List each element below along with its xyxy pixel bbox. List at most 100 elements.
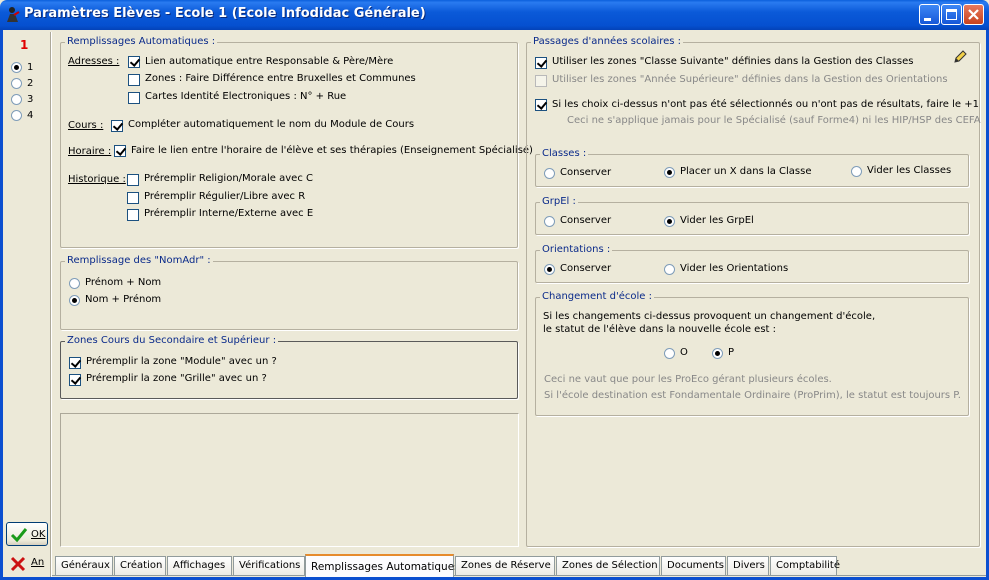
tab-divers[interactable]: Divers [727,556,769,575]
cours-checkbox[interactable] [111,120,123,132]
orientations-title: Orientations : [540,244,613,255]
grpel-conserver-label: Conserver [560,215,612,226]
passages-annee-sup-checkbox [535,75,547,87]
classes-vider-radio[interactable] [851,166,862,177]
empty-panel [60,413,519,547]
changement-note1: Ceci ne vaut que pour les ProEco gérant … [544,374,832,385]
minimize-button[interactable] [919,4,940,25]
nomadr-prenom-nom-radio[interactable] [69,278,80,289]
historique-interne-checkbox[interactable] [127,209,139,221]
changement-note2: Si l'école destination est Fondamentale … [544,390,961,401]
zones-cours-grille-checkbox[interactable] [69,374,81,386]
grpel-conserver-radio[interactable] [544,216,555,227]
grpel-title: GrpEl : [540,196,578,207]
nomadr-nom-prenom-label: Nom + Prénom [85,294,162,305]
classes-conserver-radio[interactable] [544,168,555,179]
changement-title: Changement d'école : [540,291,654,302]
cancel-button[interactable]: An [6,551,48,575]
historique-label: Historique : [68,174,126,185]
horaire-checkbox[interactable] [114,145,126,157]
zones-cours-grille-label: Préremplir la zone "Grille" avec un ? [86,373,267,384]
adresses-label: Adresses : [68,56,120,67]
pencil-icon[interactable] [952,49,968,65]
tab-verifications[interactable]: Vérifications [233,556,305,575]
grpel-vider-label: Vider les GrpEl [680,215,754,226]
cours-option-label: Compléter automatiquement le nom du Modu… [128,119,415,130]
x-icon [10,556,26,572]
historique-religion-label: Préremplir Religion/Morale avec C [144,173,313,184]
classes-placer-x-radio[interactable] [664,167,675,178]
check-icon [10,528,28,543]
adresses-lien-label: Lien automatique entre Responsable & Pèr… [145,56,394,67]
maximize-icon [946,9,957,20]
adresses-cartes-checkbox[interactable] [128,92,140,104]
orientations-vider-radio[interactable] [664,264,675,275]
window-title: Paramètres Elèves - Ecole 1 (Ecole Infod… [24,6,426,21]
radio-dot[interactable] [11,110,22,121]
tab-zones-de-reserve[interactable]: Zones de Réserve [455,556,555,575]
passages-title: Passages d'années scolaires : [531,36,684,47]
remplissages-title: Remplissages Automatiques : [65,36,218,47]
app-icon [7,7,20,22]
passages-plus1-label: Si les choix ci-dessus n'ont pas été sél… [552,99,979,110]
classes-vider-label: Vider les Classes [867,165,952,176]
left-separator [50,32,52,577]
horaire-option-label: Faire le lien entre l'horaire de l'élève… [131,145,533,156]
passages-plus1-checkbox[interactable] [535,99,547,111]
radio-dot[interactable] [11,62,22,73]
title-bar[interactable]: Paramètres Elèves - Ecole 1 (Ecole Infod… [0,0,989,30]
close-button[interactable] [963,4,984,25]
zones-cours-module-checkbox[interactable] [69,357,81,369]
tab-creation[interactable]: Création [114,556,166,575]
changement-line2: le statut de l'élève dans la nouvelle éc… [543,324,777,335]
statut-p-radio[interactable] [712,348,723,359]
nomadr-nom-prenom-radio[interactable] [69,295,80,306]
tab-comptabilite[interactable]: Comptabilité [770,556,840,575]
passages-classe-suivante-checkbox[interactable] [535,57,547,69]
nomadr-title: Remplissage des "NomAdr" : [65,255,213,266]
historique-interne-label: Préremplir Interne/Externe avec E [144,208,314,219]
cours-label: Cours : [68,120,104,131]
orientations-conserver-radio[interactable] [544,264,555,275]
close-icon [968,9,979,20]
maximize-button[interactable] [941,4,962,25]
statut-o-radio[interactable] [664,348,675,359]
passages-classe-suivante-label: Utiliser les zones "Classe Suivante" déf… [552,56,914,67]
minimize-icon [924,18,931,21]
classes-title: Classes : [540,148,589,159]
passages-note: Ceci ne s'applique jamais pour le Spécia… [567,115,981,126]
ok-label: OK [31,529,46,540]
tab-affichages[interactable]: Affichages [167,556,232,575]
historique-regulier-checkbox[interactable] [127,192,139,204]
statut-o-label: O [680,347,688,358]
adresses-zones-checkbox[interactable] [128,74,140,86]
tab-remplissages-automatiques[interactable]: Remplissages Automatiques [305,554,460,577]
tab-zones-de-selection[interactable]: Zones de Sélection [556,556,660,575]
nomadr-prenom-nom-label: Prénom + Nom [85,277,162,288]
orientations-vider-label: Vider les Orientations [680,263,789,274]
changement-line1: Si les changements ci-dessus provoquent … [543,311,876,322]
zones-cours-title: Zones Cours du Secondaire et Supérieur : [65,335,279,346]
adresses-zones-label: Zones : Faire Différence entre Bruxelles… [145,73,416,84]
historique-religion-checkbox[interactable] [127,174,139,186]
radio-dot[interactable] [11,94,22,105]
statut-p-label: P [728,347,735,358]
tab-documents[interactable]: Documents [661,556,726,575]
mode-number: 1 [20,38,29,52]
tab-baseline [52,575,986,576]
classes-conserver-label: Conserver [560,167,612,178]
orientations-conserver-label: Conserver [560,263,612,274]
grpel-vider-radio[interactable] [664,216,675,227]
passages-annee-sup-label: Utiliser les zones "Année Supérieure" dé… [552,74,948,85]
adresses-lien-checkbox[interactable] [128,56,140,68]
cancel-label: An [31,557,45,568]
zones-cours-module-label: Préremplir la zone "Module" avec un ? [86,356,277,367]
horaire-label: Horaire : [68,146,112,157]
ok-button[interactable]: OK [6,522,48,546]
classes-placer-x-label: Placer un X dans la Classe [680,166,812,177]
historique-regulier-label: Préremplir Régulier/Libre avec R [144,191,306,202]
zones-cours-group: Zones Cours du Secondaire et Supérieur : [60,335,518,399]
adresses-cartes-label: Cartes Identité Electroniques : N° + Rue [145,91,347,102]
tab-generaux[interactable]: Généraux [55,556,113,575]
radio-dot[interactable] [11,78,22,89]
